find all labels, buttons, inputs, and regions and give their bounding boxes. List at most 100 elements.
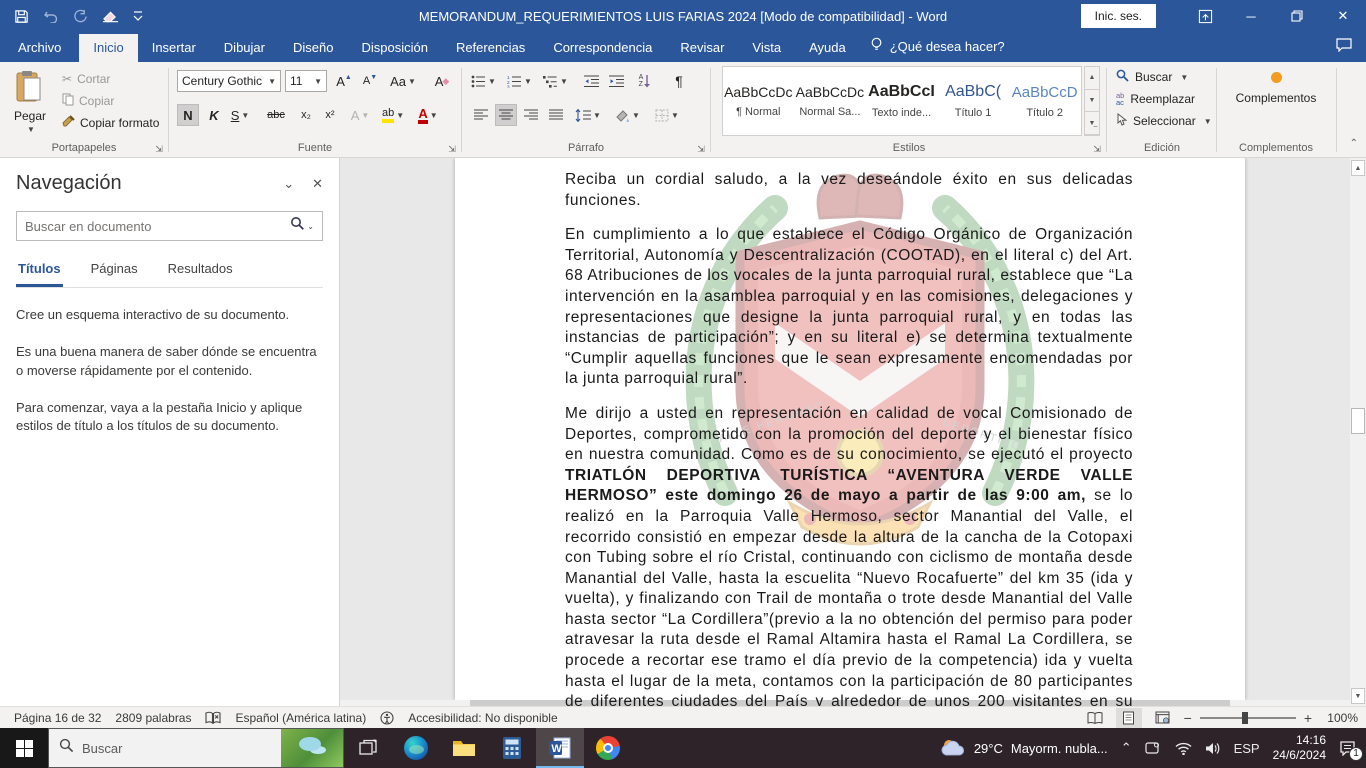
font-size-combo[interactable]: 11▼: [285, 70, 327, 92]
italic-button[interactable]: K: [203, 104, 225, 126]
search-icon[interactable]: [290, 216, 305, 236]
taskbar-search-box[interactable]: Buscar: [48, 728, 344, 768]
find-button[interactable]: Buscar▼: [1108, 66, 1216, 88]
document-canvas[interactable]: VALLE HERMOSO DEPORTIVO Reciba un cordia…: [340, 158, 1350, 706]
nav-tab-paginas[interactable]: Páginas: [89, 257, 140, 287]
tab-ayuda[interactable]: Ayuda: [795, 34, 860, 62]
highlight-button[interactable]: ab▼: [381, 104, 405, 126]
task-view-button[interactable]: [344, 728, 392, 768]
document-search-box[interactable]: ⌄: [16, 211, 323, 241]
vertical-scrollbar-thumb[interactable]: [1351, 408, 1365, 434]
sign-in-button[interactable]: Inic. ses.: [1081, 4, 1156, 28]
tab-archivo[interactable]: Archivo: [0, 34, 79, 62]
justify-icon[interactable]: [545, 104, 567, 126]
collapse-ribbon-icon[interactable]: ⌃: [1350, 138, 1358, 149]
eraser-icon[interactable]: [102, 9, 119, 23]
align-left-icon[interactable]: [470, 104, 492, 126]
wifi-icon[interactable]: [1175, 742, 1192, 755]
zoom-out-icon[interactable]: −: [1184, 710, 1192, 726]
search-options-caret[interactable]: ⌄: [307, 222, 314, 231]
underline-button[interactable]: S▼: [229, 104, 251, 126]
word-taskbar-icon[interactable]: W: [536, 728, 584, 768]
superscript-button[interactable]: x²: [319, 104, 341, 126]
grow-font-button[interactable]: A▲: [333, 70, 355, 92]
zoom-in-icon[interactable]: +: [1304, 710, 1312, 726]
style-normal[interactable]: AaBbCcDc¶ Normal: [723, 67, 795, 135]
tab-disposicion[interactable]: Disposición: [347, 34, 441, 62]
redo-icon[interactable]: [73, 9, 88, 24]
scroll-up-icon[interactable]: ▲: [1351, 160, 1365, 176]
restore-button[interactable]: [1274, 0, 1320, 32]
clipboard-dialog-launcher[interactable]: ⇲: [152, 142, 166, 156]
keyboard-language[interactable]: ESP: [1234, 741, 1260, 756]
addins-button[interactable]: Complementos: [1218, 68, 1334, 109]
scroll-down-icon[interactable]: ▼: [1351, 688, 1365, 704]
tab-referencias[interactable]: Referencias: [442, 34, 539, 62]
borders-icon[interactable]: ▼: [654, 104, 680, 126]
clock[interactable]: 14:16 24/6/2024: [1273, 733, 1326, 763]
style-texto-inde[interactable]: AaBbCcITexto inde...: [866, 67, 938, 135]
text-effects-button[interactable]: A▼: [349, 104, 371, 126]
tab-insertar[interactable]: Insertar: [138, 34, 210, 62]
word-count[interactable]: 2809 palabras: [115, 711, 191, 725]
replace-button[interactable]: abac Reemplazar: [1108, 88, 1216, 110]
multilevel-list-icon[interactable]: ▼: [542, 70, 569, 92]
zoom-level[interactable]: 100%: [1322, 711, 1358, 725]
comments-icon[interactable]: [1336, 38, 1352, 57]
sort-icon[interactable]: AZ: [634, 70, 656, 92]
search-input[interactable]: [25, 219, 290, 234]
vertical-scrollbar[interactable]: ▲ ▼: [1350, 158, 1366, 706]
proofing-icon[interactable]: [205, 711, 221, 725]
increase-indent-icon[interactable]: [605, 70, 627, 92]
line-spacing-icon[interactable]: ▼: [574, 104, 602, 126]
save-icon[interactable]: [14, 9, 29, 24]
web-layout-icon[interactable]: [1150, 708, 1176, 728]
style-normal-sa[interactable]: AaBbCcDcNormal Sa...: [795, 67, 867, 135]
accessibility-icon[interactable]: [380, 711, 394, 725]
page-indicator[interactable]: Página 16 de 32: [14, 711, 101, 725]
pilcrow-icon[interactable]: ¶: [668, 70, 690, 92]
volume-icon[interactable]: [1205, 742, 1221, 755]
styles-scroll-down-icon[interactable]: ▼: [1085, 90, 1099, 113]
file-explorer-icon[interactable]: [440, 728, 488, 768]
style-titulo-1[interactable]: AaBbC(Título 1: [938, 67, 1010, 135]
search-highlight-image[interactable]: [281, 729, 343, 767]
qat-customize-icon[interactable]: [133, 10, 143, 22]
minimize-button[interactable]: ─: [1228, 0, 1274, 32]
tab-diseno[interactable]: Diseño: [279, 34, 347, 62]
nav-tab-titulos[interactable]: Títulos: [16, 257, 63, 287]
format-painter-button[interactable]: Copiar formato: [58, 112, 163, 134]
tab-dibujar[interactable]: Dibujar: [210, 34, 279, 62]
shrink-font-button[interactable]: A▼: [359, 70, 381, 92]
calculator-icon[interactable]: [488, 728, 536, 768]
strikethrough-button[interactable]: abc: [265, 104, 287, 126]
accessibility-status[interactable]: Accesibilidad: No disponible: [408, 711, 557, 725]
tab-revisar[interactable]: Revisar: [666, 34, 738, 62]
navigation-close-icon[interactable]: ✕: [312, 176, 323, 192]
document-text[interactable]: Reciba un cordial saludo, a la vez deseá…: [565, 170, 1133, 706]
close-button[interactable]: ✕: [1320, 0, 1366, 32]
select-button[interactable]: Seleccionar▼: [1108, 110, 1216, 132]
tab-inicio[interactable]: Inicio: [79, 34, 137, 62]
meet-now-icon[interactable]: [1145, 741, 1162, 755]
tab-correspondencia[interactable]: Correspondencia: [539, 34, 666, 62]
bullet-list-icon[interactable]: ▼: [470, 70, 497, 92]
styles-scroll-up-icon[interactable]: ▲: [1085, 67, 1099, 90]
document-page[interactable]: VALLE HERMOSO DEPORTIVO Reciba un cordia…: [455, 158, 1245, 700]
edge-icon[interactable]: [392, 728, 440, 768]
shading-icon[interactable]: ▼: [614, 104, 641, 126]
clear-formatting-button[interactable]: A◆: [431, 70, 453, 92]
styles-more-icon[interactable]: ▼̲: [1085, 112, 1099, 135]
paste-button[interactable]: Pegar ▼: [6, 66, 54, 138]
zoom-slider[interactable]: [1200, 717, 1296, 719]
numbered-list-icon[interactable]: 123▼: [506, 70, 533, 92]
ribbon-display-options-icon[interactable]: [1182, 0, 1228, 32]
read-mode-icon[interactable]: [1082, 708, 1108, 728]
chrome-icon[interactable]: [584, 728, 632, 768]
decrease-indent-icon[interactable]: [580, 70, 602, 92]
start-button[interactable]: [0, 728, 48, 768]
styles-dialog-launcher[interactable]: ⇲: [1090, 142, 1104, 156]
zoom-slider-thumb[interactable]: [1242, 712, 1248, 724]
navigation-chevron-icon[interactable]: ⌄: [283, 176, 294, 192]
tray-expand-icon[interactable]: ⌃: [1121, 740, 1132, 756]
